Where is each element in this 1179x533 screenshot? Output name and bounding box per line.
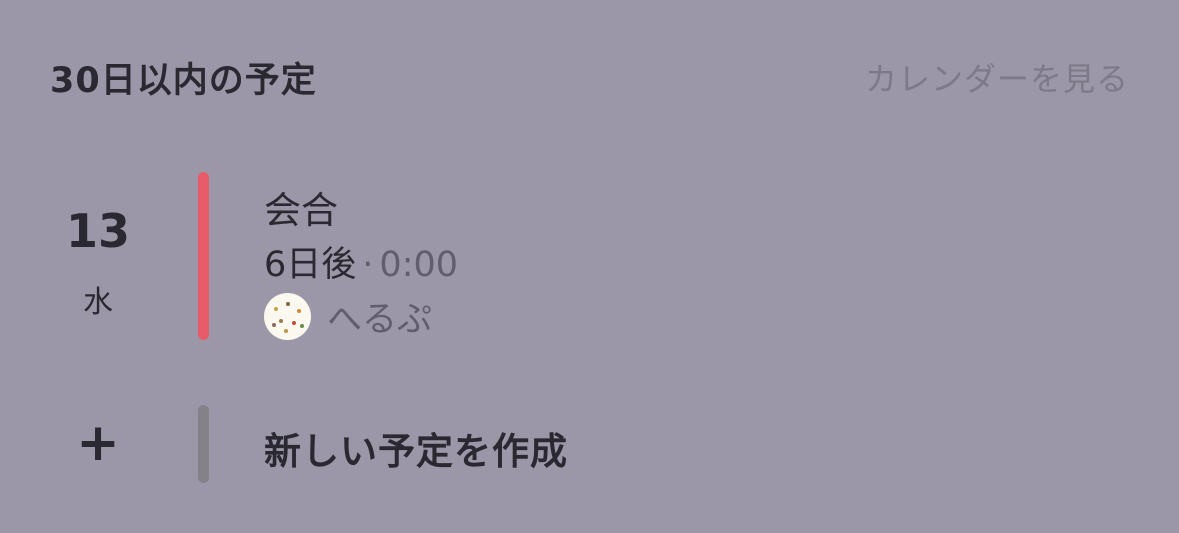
plus-icon: + — [76, 413, 120, 473]
event-datetime: 6日後 · 0:00 — [264, 236, 458, 287]
event-weekday: 水 — [83, 285, 113, 320]
event-title: 会合 — [264, 189, 338, 232]
section-title: 30日以内の予定 — [50, 61, 317, 101]
separator-dot: · — [362, 245, 374, 285]
avatar — [264, 292, 311, 340]
event-time: 0:00 — [379, 245, 459, 285]
create-color-bar — [198, 405, 209, 483]
view-calendar-link[interactable]: カレンダーを見る — [865, 54, 1129, 100]
create-event-button[interactable]: + 新しい予定を作成 — [0, 405, 1179, 483]
event-owner: へるぷ — [264, 292, 432, 340]
event-relative-date: 6日後 — [264, 245, 357, 285]
owner-name: へるぷ — [327, 299, 433, 340]
create-event-label: 新しい予定を作成 — [264, 430, 568, 473]
event-color-bar — [198, 172, 209, 340]
event-day: 13 — [65, 204, 130, 258]
event-item[interactable]: 13 水 会合 6日後 · 0:00 へるぷ — [0, 172, 1179, 340]
